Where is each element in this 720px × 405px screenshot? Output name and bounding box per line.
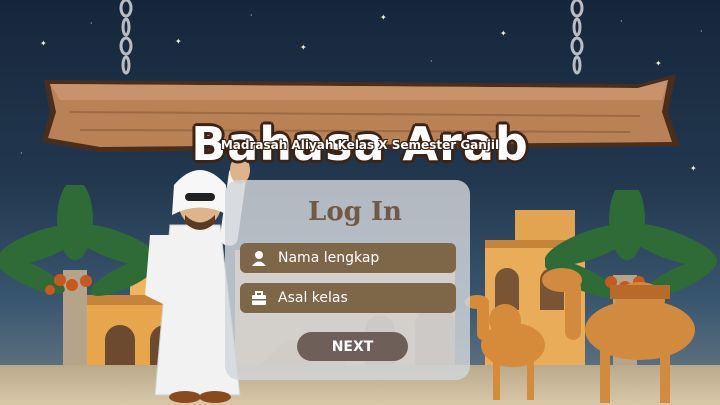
briefcase-icon	[240, 290, 278, 306]
star: ✦	[40, 39, 47, 48]
name-input[interactable]	[278, 250, 448, 266]
class-field[interactable]	[240, 283, 456, 313]
star: ✦	[175, 37, 182, 46]
star: ·	[250, 11, 253, 20]
chain-right	[570, 0, 584, 75]
next-button[interactable]: NEXT	[297, 332, 408, 361]
star: ·	[700, 27, 703, 36]
user-icon	[240, 250, 278, 266]
star: ·	[90, 19, 93, 28]
star: ✦	[380, 13, 387, 22]
star: ✦	[300, 43, 307, 52]
star: ·	[430, 57, 433, 66]
page-subtitle: Madrasah Aliyah Kelas X Semester Ganjil	[220, 138, 500, 152]
name-field[interactable]	[240, 243, 456, 273]
star: ✦	[500, 29, 507, 38]
chain-left	[119, 0, 133, 75]
camel-large	[542, 268, 695, 403]
star: ✦	[655, 59, 662, 68]
class-input[interactable]	[278, 290, 448, 306]
star: ·	[620, 17, 623, 26]
login-title: Log In	[308, 197, 402, 227]
